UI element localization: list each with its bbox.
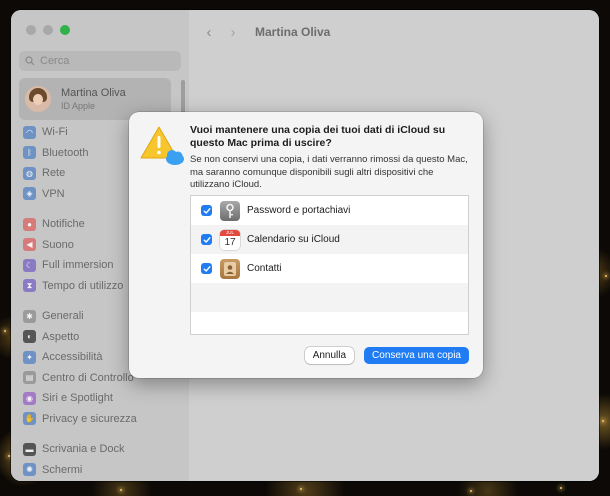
search-input[interactable]: Cerca <box>19 51 181 71</box>
hourglass-icon: ⧗ <box>23 279 36 293</box>
moon-icon: ☾ <box>23 258 36 272</box>
keep-copy-button[interactable]: Conserva una copia <box>364 347 469 364</box>
sidebar-item-label: Suono <box>42 238 74 251</box>
checkmark-icon <box>203 207 210 214</box>
checkmark-icon <box>203 265 210 272</box>
siri-icon: ◉ <box>23 391 36 405</box>
sidebar-item-scrivania-e-dock[interactable]: ▬ Scrivania e Dock <box>23 439 183 460</box>
cancel-button[interactable]: Annulla <box>304 347 355 364</box>
sidebar-item-label: Bluetooth <box>42 146 89 159</box>
appearance-icon: ◐ <box>23 330 36 344</box>
sidebar-item-label: Full immersion <box>42 259 114 272</box>
wifi-icon: ◠ <box>23 125 36 139</box>
sidebar-item-label: Privacy e sicurezza <box>42 412 137 425</box>
list-empty-row <box>191 283 468 312</box>
list-item-calendar: JUL 17 Calendario su iCloud <box>191 225 468 254</box>
dialog-buttons: Annulla Conserva una copia <box>304 347 469 364</box>
sidebar-item-label: Schermi <box>42 463 83 476</box>
hand-icon: ✋ <box>23 412 36 426</box>
sidebar-item-label: Notifiche <box>42 218 85 231</box>
sidebar-item-label: Centro di Controllo <box>42 371 134 384</box>
control-center-icon: ▤ <box>23 371 36 385</box>
close-window-button[interactable] <box>26 25 36 35</box>
sidebar-item-label: Rete <box>42 167 66 180</box>
speaker-icon: ◀ <box>23 238 36 252</box>
dialog-message: Se non conservi una copia, i dati verran… <box>190 154 468 190</box>
calendar-checkbox[interactable] <box>201 234 212 245</box>
sidebar-item-label: Scrivania e Dock <box>42 443 125 456</box>
display-icon: ✺ <box>23 463 36 477</box>
contacts-checkbox[interactable] <box>201 263 212 274</box>
sidebar-item-schermi[interactable]: ✺ Schermi <box>23 460 183 481</box>
content-header: ‹ › Martina Oliva <box>189 22 331 42</box>
zoom-window-button[interactable] <box>60 25 70 35</box>
sidebar-item-label: Wi-Fi <box>42 126 68 139</box>
sidebar-item-label: Generali <box>42 310 84 323</box>
minimize-window-button[interactable] <box>43 25 53 35</box>
account-subtitle: ID Apple <box>61 101 96 111</box>
back-button[interactable]: ‹ <box>199 24 219 41</box>
password-label: Password e portachiavi <box>247 205 351 216</box>
calendar-label: Calendario su iCloud <box>247 234 340 245</box>
sidebar-item-label: Siri e Spotlight <box>42 392 113 405</box>
contacts-label: Contatti <box>247 263 282 274</box>
keychain-icon <box>220 200 240 221</box>
account-name: Martina Oliva <box>61 87 126 99</box>
bluetooth-icon: ᛒ <box>23 146 36 160</box>
page-title: Martina Oliva <box>255 25 331 39</box>
search-placeholder: Cerca <box>40 55 70 67</box>
contacts-icon <box>220 258 240 279</box>
warning-icloud-icon <box>140 126 184 165</box>
network-icon: ◍ <box>23 166 36 180</box>
calendar-icon: JUL 17 <box>220 229 240 250</box>
sidebar-item-label: Accessibilità <box>42 351 103 364</box>
sidebar-item-privacy-e-sicurezza[interactable]: ✋ Privacy e sicurezza <box>23 409 183 430</box>
list-item-password: Password e portachiavi <box>191 196 468 225</box>
forward-button[interactable]: › <box>223 24 243 41</box>
checkmark-icon <box>203 236 210 243</box>
dock-icon: ▬ <box>23 442 36 456</box>
gear-icon: ✱ <box>23 309 36 323</box>
avatar <box>25 86 51 112</box>
search-icon <box>25 56 35 66</box>
sidebar-item-label: Tempo di utilizzo <box>42 279 124 292</box>
accessibility-icon: ✦ <box>23 350 36 364</box>
vpn-icon: ◈ <box>23 187 36 201</box>
sidebar-item-siri-e-spotlight[interactable]: ◉ Siri e Spotlight <box>23 388 183 409</box>
dialog-title: Vuoi mantenere una copia dei tuoi dati d… <box>190 124 446 149</box>
window-controls <box>26 25 70 35</box>
list-item-contacts: Contatti <box>191 254 468 283</box>
sidebar-item-label: Aspetto <box>42 330 80 343</box>
bell-icon: ● <box>23 217 36 231</box>
data-checklist: Password e portachiavi JUL 17 Calendario… <box>190 195 469 335</box>
password-checkbox[interactable] <box>201 205 212 216</box>
sidebar-item-label: VPN <box>42 187 65 200</box>
icloud-signout-dialog: Vuoi mantenere una copia dei tuoi dati d… <box>129 112 483 378</box>
